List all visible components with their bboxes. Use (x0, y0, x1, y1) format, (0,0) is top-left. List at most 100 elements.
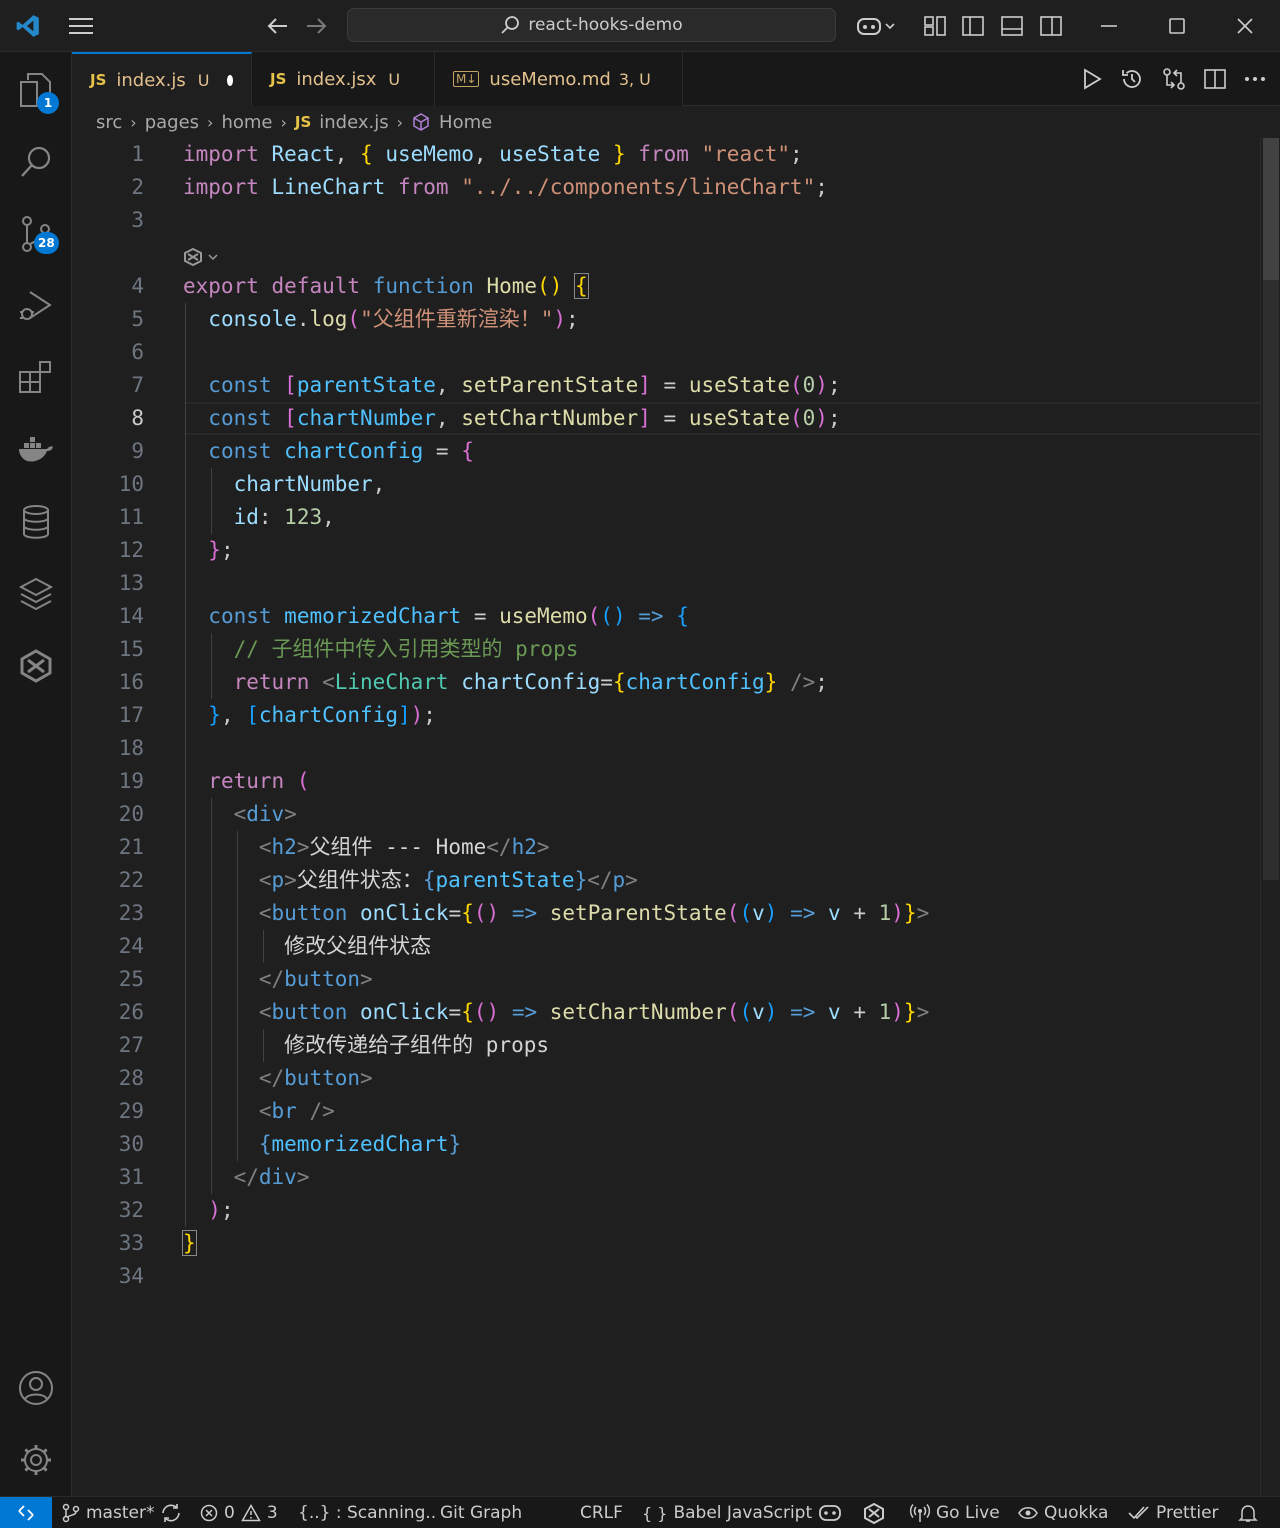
prettier-button[interactable]: Prettier (1128, 1497, 1219, 1528)
tongyi-lingma-icon[interactable] (0, 630, 72, 702)
code-line: 9 const chartConfig = { (72, 435, 1260, 468)
sync-icon[interactable] (160, 1503, 182, 1523)
code-line-current: 8 const [chartNumber, setChartNumber] = … (72, 402, 1260, 435)
breadcrumb-pages[interactable]: pages (145, 112, 199, 133)
git-graph-button[interactable]: Git Graph (440, 1497, 522, 1528)
toggle-secondary-sidebar-icon[interactable] (1036, 0, 1066, 52)
tab-index-js[interactable]: JS index.js U (72, 52, 252, 106)
more-actions-icon[interactable] (1244, 76, 1266, 82)
search-icon[interactable] (0, 126, 72, 198)
bell-icon (1238, 1505, 1258, 1522)
line-number: 17 (118, 703, 144, 727)
tab-index-jsx[interactable]: JS index.jsx U (252, 52, 435, 106)
remote-indicator[interactable] (0, 1497, 52, 1528)
code-line: 3 (72, 204, 1260, 237)
toggle-panel-icon[interactable] (997, 0, 1027, 52)
code-line: 17 }, [chartConfig]); (72, 699, 1260, 732)
copilot-icon[interactable] (852, 0, 900, 52)
layers-icon[interactable] (0, 558, 72, 630)
scrollbar-thumb[interactable] (1263, 138, 1279, 280)
menu-icon[interactable] (62, 0, 100, 52)
unsaved-dot-icon[interactable] (227, 74, 233, 86)
tab-usememo-md[interactable]: M↓ useMemo.md 3, U (435, 52, 683, 106)
breadcrumb: src › pages › home › JS index.js › Home (96, 108, 492, 136)
quokka-button[interactable]: Quokka (1018, 1497, 1108, 1528)
braces-icon: { } (642, 1503, 668, 1523)
customize-layout-icon[interactable] (920, 0, 950, 52)
line-number: 14 (118, 604, 144, 628)
code-line: 34 (72, 1260, 1260, 1293)
codelens-row (72, 237, 1260, 270)
warning-count: 3 (266, 1503, 278, 1523)
editor-actions (1082, 52, 1266, 106)
line-number: 11 (118, 505, 144, 529)
command-center-text: react-hooks-demo (528, 15, 683, 35)
scanning-status[interactable]: {..} : Scanning.. (298, 1497, 436, 1528)
code-line: 1 import React, { useMemo, useState } fro… (72, 138, 1260, 171)
editor-tabs: JS index.js U JS index.jsx U M↓ useMemo.… (72, 52, 1280, 106)
source-control-icon[interactable]: 28 (0, 198, 72, 270)
code-line: 16 return <LineChart chartConfig={chartC… (72, 666, 1260, 699)
eye-icon (1018, 1507, 1038, 1519)
tab-git-status: U (197, 70, 210, 90)
go-live-button[interactable]: Go Live (910, 1497, 1000, 1528)
line-number: 25 (118, 967, 144, 991)
symbol-component-icon (413, 113, 429, 131)
eol-status[interactable]: CRLF (580, 1497, 623, 1528)
error-count: 0 (224, 1503, 235, 1523)
git-branch-status[interactable]: master* (62, 1497, 182, 1528)
scrollbar-track-highlight (1263, 280, 1279, 880)
timeline-history-icon[interactable] (1120, 67, 1144, 91)
accounts-icon[interactable] (0, 1352, 72, 1424)
breadcrumb-src[interactable]: src (96, 112, 122, 133)
split-editor-icon[interactable] (1204, 69, 1226, 89)
docker-icon[interactable] (0, 414, 72, 486)
quokka-label: Quokka (1044, 1503, 1109, 1523)
line-number: 6 (131, 340, 144, 364)
code-line: 11 id: 123, (72, 501, 1260, 534)
breadcrumb-file[interactable]: index.js (319, 112, 388, 133)
line-number: 29 (118, 1099, 144, 1123)
line-number: 31 (118, 1165, 144, 1189)
breadcrumb-home[interactable]: home (221, 112, 272, 133)
compare-changes-icon[interactable] (1162, 67, 1186, 91)
minimize-icon[interactable] (1086, 0, 1132, 52)
code-line: 5 console.log("父组件重新渲染！"); (72, 303, 1260, 336)
line-number: 4 (131, 274, 144, 298)
broadcast-icon (910, 1504, 930, 1522)
lingma-codelens-icon[interactable] (183, 247, 223, 267)
editor-scrollbar[interactable] (1260, 138, 1280, 1496)
code-line: 7 const [parentState, setParentState] = … (72, 369, 1260, 402)
back-arrow-icon[interactable] (262, 0, 292, 52)
breadcrumb-symbol[interactable]: Home (439, 112, 492, 133)
line-number: 34 (118, 1264, 144, 1288)
search-icon (501, 16, 520, 34)
copilot-status[interactable] (818, 1497, 842, 1528)
line-number: 2 (131, 175, 144, 199)
close-icon[interactable] (1222, 0, 1268, 52)
code-line: 14 const memorizedChart = useMemo(() => … (72, 600, 1260, 633)
eol-label: CRLF (580, 1503, 623, 1523)
run-debug-icon[interactable] (0, 270, 72, 342)
lingma-status[interactable] (862, 1497, 886, 1528)
maximize-icon[interactable] (1154, 0, 1200, 52)
title-bar: react-hooks-demo (0, 0, 1280, 52)
database-icon[interactable] (0, 486, 72, 558)
problems-status[interactable]: 0 3 (200, 1497, 278, 1528)
forward-arrow-icon[interactable] (302, 0, 332, 52)
code-editor[interactable]: 1 import React, { useMemo, useState } fro… (72, 138, 1260, 1496)
toggle-primary-sidebar-icon[interactable] (958, 0, 988, 52)
command-center-search[interactable]: react-hooks-demo (347, 8, 836, 42)
extensions-icon[interactable] (0, 342, 72, 414)
settings-gear-icon[interactable] (0, 1424, 72, 1496)
chevron-right-icon: › (280, 112, 287, 132)
run-icon[interactable] (1082, 68, 1102, 90)
lingma-icon (864, 1502, 884, 1524)
line-number: 30 (118, 1132, 144, 1156)
line-number: 8 (131, 406, 144, 430)
notifications-button[interactable] (1238, 1497, 1258, 1528)
explorer-icon[interactable]: 1 (0, 54, 72, 126)
code-line: 28 </button> (72, 1062, 1260, 1095)
language-mode-status[interactable]: { } Babel JavaScript (642, 1497, 812, 1528)
code-line: 26 <button onClick={() => setChartNumber… (72, 996, 1260, 1029)
